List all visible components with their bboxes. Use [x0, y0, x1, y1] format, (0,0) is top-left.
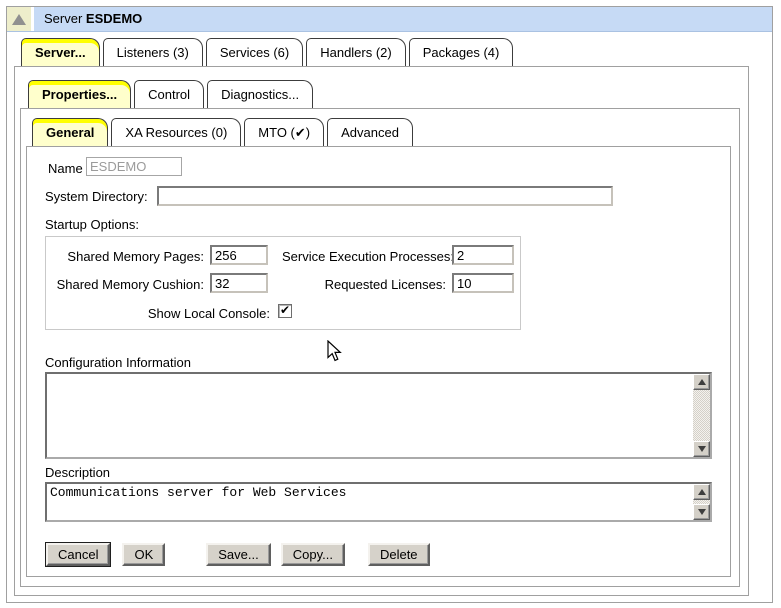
cancel-button[interactable]: Cancel: [46, 543, 110, 566]
tab-handlers[interactable]: Handlers (2): [306, 38, 406, 66]
page-title: Server ESDEMO: [44, 7, 142, 31]
startup-options-label: Startup Options:: [45, 217, 139, 232]
delete-button[interactable]: Delete: [368, 543, 430, 566]
ok-button[interactable]: OK: [122, 543, 165, 566]
server-window: Server ESDEMO Server... Listeners (3) Se…: [6, 6, 773, 603]
triangle-up-icon: [12, 14, 26, 25]
tab-server[interactable]: Server...: [21, 38, 100, 66]
scroll-down-button[interactable]: [693, 441, 710, 457]
scroll-up-button[interactable]: [693, 484, 710, 500]
show-local-console-checkbox[interactable]: ✔: [278, 304, 292, 318]
tab-control[interactable]: Control: [134, 80, 204, 108]
requested-licenses-label: Requested Licenses:: [282, 277, 446, 292]
configuration-information-label: Configuration Information: [45, 355, 191, 370]
description-textarea[interactable]: Communications server for Web Services: [45, 482, 712, 522]
tab-label: Listeners (3): [117, 45, 189, 60]
tab-packages[interactable]: Packages (4): [409, 38, 514, 66]
description-label: Description: [45, 465, 110, 480]
checkmark-icon: ✔: [280, 303, 290, 317]
show-local-console-label: Show Local Console:: [52, 306, 270, 321]
system-directory-label: System Directory:: [45, 189, 148, 204]
requested-licenses-field[interactable]: [452, 273, 514, 293]
name-label: Name: [48, 161, 83, 176]
tab-label: Control: [148, 87, 190, 102]
tab-properties[interactable]: Properties...: [28, 80, 131, 108]
tab-label: Diagnostics...: [221, 87, 299, 102]
collapse-toggle-button[interactable]: [7, 7, 34, 31]
tab-services[interactable]: Services (6): [206, 38, 303, 66]
save-button[interactable]: Save...: [206, 543, 270, 566]
copy-button[interactable]: Copy...: [281, 543, 345, 566]
section-tab-row: Properties... Control Diagnostics...: [28, 80, 316, 108]
tab-listeners[interactable]: Listeners (3): [103, 38, 203, 66]
configuration-information-text: [47, 374, 692, 457]
tab-label: General: [46, 125, 94, 140]
config-scrollbar[interactable]: [693, 374, 710, 457]
tab-label: Handlers (2): [320, 45, 392, 60]
tab-label: Properties...: [42, 87, 117, 102]
scroll-up-icon: [698, 379, 706, 385]
button-row: Cancel OK Save... Copy... Delete: [45, 543, 430, 566]
service-execution-processes-field[interactable]: [452, 245, 514, 265]
scroll-up-button[interactable]: [693, 374, 710, 390]
tab-advanced[interactable]: Advanced: [327, 118, 413, 146]
shared-memory-cushion-field[interactable]: [210, 273, 268, 293]
shared-memory-cushion-label: Shared Memory Cushion:: [52, 277, 204, 292]
configuration-information-textarea[interactable]: [45, 372, 712, 459]
server-tab-row: Server... Listeners (3) Services (6) Han…: [21, 38, 516, 66]
description-scrollbar[interactable]: [693, 484, 710, 520]
tab-label: MTO (✔): [258, 125, 310, 141]
tab-label: Services (6): [220, 45, 289, 60]
scroll-up-icon: [698, 489, 706, 495]
tab-mto[interactable]: MTO (✔): [244, 118, 324, 146]
tab-diagnostics[interactable]: Diagnostics...: [207, 80, 313, 108]
server-panel: Properties... Control Diagnostics... Gen…: [14, 66, 749, 596]
scroll-down-icon: [698, 446, 706, 452]
tab-label: Advanced: [341, 125, 399, 140]
tab-label: Server...: [35, 45, 86, 60]
name-field: [86, 157, 182, 176]
title-prefix: Server: [44, 11, 82, 26]
tab-general[interactable]: General: [32, 118, 108, 146]
tab-label: Packages (4): [423, 45, 500, 60]
scroll-down-button[interactable]: [693, 504, 710, 520]
scroll-down-icon: [698, 509, 706, 515]
server-name: ESDEMO: [86, 11, 142, 26]
startup-options-group: Shared Memory Pages: Service Execution P…: [45, 236, 521, 330]
shared-memory-pages-field[interactable]: [210, 245, 268, 265]
tab-label: XA Resources (0): [125, 125, 227, 140]
properties-panel: General XA Resources (0) MTO (✔) Advance…: [20, 108, 740, 587]
service-execution-processes-label: Service Execution Processes:: [282, 249, 446, 264]
description-text: Communications server for Web Services: [47, 484, 692, 520]
shared-memory-pages-label: Shared Memory Pages:: [52, 249, 204, 264]
tab-xa-resources[interactable]: XA Resources (0): [111, 118, 241, 146]
general-panel: Name System Directory: Startup Options: …: [26, 146, 731, 577]
page: Server ESDEMO Server... Listeners (3) Se…: [0, 0, 781, 608]
system-directory-field[interactable]: [157, 186, 613, 206]
title-bar: Server ESDEMO: [7, 7, 772, 32]
mouse-cursor-icon: [327, 340, 342, 362]
property-tab-row: General XA Resources (0) MTO (✔) Advance…: [32, 118, 416, 146]
